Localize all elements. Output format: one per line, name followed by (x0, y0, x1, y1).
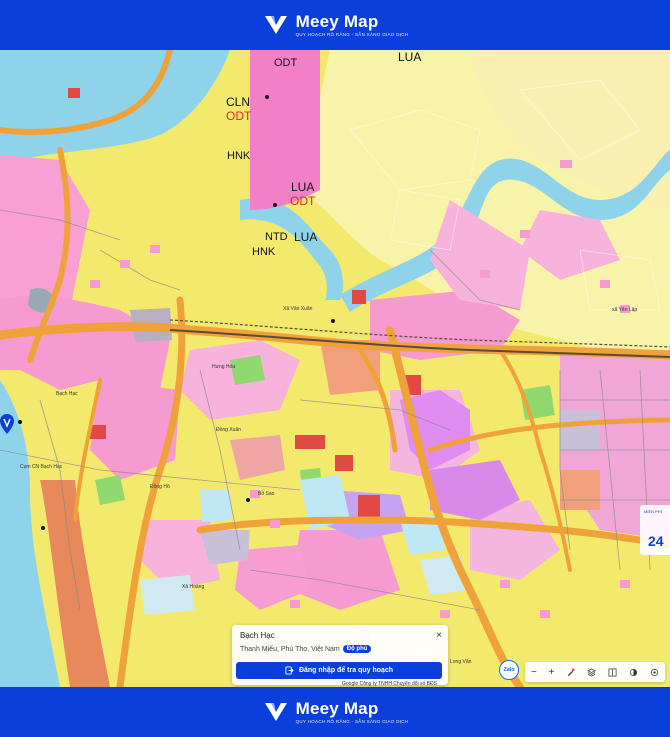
place-label: Bồ Sao (258, 491, 275, 497)
brand-footer[interactable]: Meey Map QUY HOẠCH RÕ RÀNG - SẴN SÀNG GI… (262, 698, 409, 726)
brand-name: Meey Map (295, 11, 379, 31)
zone-label: ODT (290, 194, 316, 208)
zone-label: HNK (252, 246, 276, 258)
place-label: Bạch Hạc (56, 391, 78, 397)
place-label: Đồng Xuân (216, 427, 242, 433)
location-marker-icon[interactable] (0, 414, 14, 434)
login-button[interactable]: Đăng nhập để tra quy hoạch (236, 662, 442, 679)
brand-tagline: QUY HOẠCH RÕ RÀNG - SẴN SÀNG GIAO DỊCH (295, 31, 409, 37)
popup-address: Thanh Miếu, Phú Thọ, Việt Nam (240, 645, 340, 653)
zone-label: CLN (226, 95, 251, 109)
split-view-icon[interactable] (608, 668, 617, 677)
place-label: Cụm CN Bạch Hạc (20, 464, 63, 470)
zone-label: LUA (294, 230, 318, 244)
zone-label: LUA (291, 180, 315, 194)
location-popup: Bạch Hạc Thanh Miếu, Phú Thọ, Việt Nam Đ… (232, 625, 448, 685)
brand-name: Meey Map (295, 698, 379, 718)
place-label: Xã Hoàng (182, 584, 205, 590)
promo-number: 24 (648, 533, 664, 549)
zalo-button[interactable]: Zalo (499, 660, 519, 680)
place-label: Đồng Hồ (150, 484, 170, 490)
paint-icon[interactable] (566, 667, 575, 677)
bottom-brand-bar: Meey Map QUY HOẠCH RÕ RÀNG - SẴN SÀNG GI… (0, 687, 670, 737)
map-base-layer (0, 50, 670, 687)
meey-logo-icon (264, 16, 287, 34)
locate-icon[interactable] (650, 668, 659, 677)
zone-label: HNK (227, 150, 251, 162)
planning-map[interactable]: LUA ODT CLN ODT HNK LUA ODT NTD LUA HNK … (0, 50, 670, 687)
brand[interactable]: Meey Map QUY HOẠCH RÕ RÀNG - SẴN SÀNG GI… (262, 11, 409, 39)
place-label: Hưng Hóa (212, 364, 236, 370)
layers-icon[interactable] (587, 667, 597, 677)
place-label: xã Yên Lập (612, 307, 638, 313)
top-brand-bar: Meey Map QUY HOẠCH RÕ RÀNG - SẴN SÀNG GI… (0, 0, 670, 50)
zoom-out-button[interactable]: − (531, 667, 537, 678)
popup-title: Bạch Hạc (240, 631, 275, 640)
login-icon (285, 666, 294, 675)
meey-logo-icon (264, 703, 287, 721)
place-label: Xã Vân Xuân (283, 306, 313, 312)
zone-label: LUA (398, 50, 422, 64)
close-icon[interactable]: × (436, 630, 442, 641)
popup-address-row: Thanh Miếu, Phú Thọ, Việt Nam Độ phủ (240, 645, 440, 653)
zone-label: NTD (265, 231, 288, 243)
brand-tagline: QUY HOẠCH RÕ RÀNG - SẴN SÀNG GIAO DỊCH (295, 718, 409, 724)
promo-caption: MIỀN PHÍ (644, 509, 662, 514)
opacity-icon[interactable] (629, 668, 638, 677)
promo-badge[interactable]: MIỀN PHÍ 24 (640, 505, 670, 555)
zone-label: ODT (274, 57, 298, 69)
place-label: Long Vân (450, 659, 472, 665)
zone-label: ODT (226, 109, 252, 123)
map-toolbar: − + (525, 662, 665, 682)
coverage-badge[interactable]: Độ phủ (342, 645, 372, 653)
login-button-label: Đăng nhập để tra quy hoạch (298, 667, 394, 674)
zoom-in-button[interactable]: + (549, 667, 555, 678)
